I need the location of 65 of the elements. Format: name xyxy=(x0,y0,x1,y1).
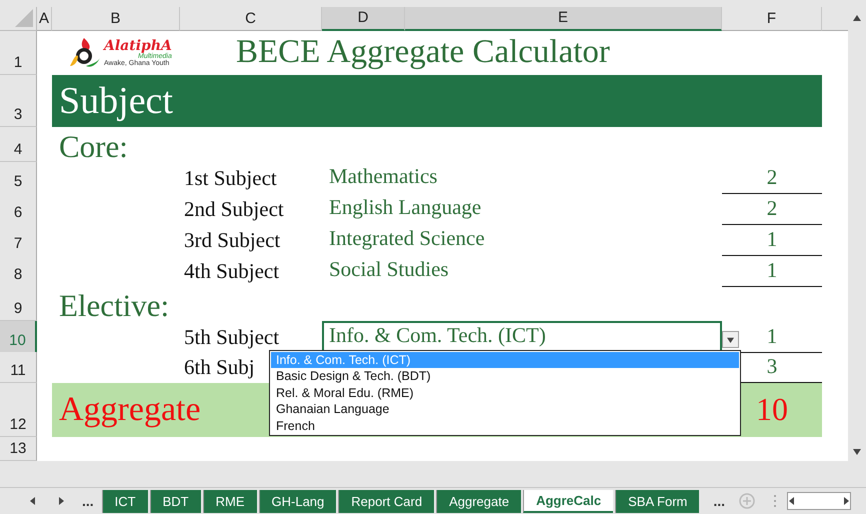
sheet-title: BECE Aggregate Calculator xyxy=(236,34,610,72)
grade-value: 1 xyxy=(766,226,778,252)
column-header[interactable]: F xyxy=(722,6,822,31)
grade-value: 2 xyxy=(766,164,778,190)
column-header[interactable]: E xyxy=(405,6,722,31)
subject-cell[interactable]: Mathematics xyxy=(322,162,722,194)
scroll-left-icon[interactable] xyxy=(788,496,796,505)
corner-triangle-icon xyxy=(15,8,33,27)
aggregate-label: Aggregate xyxy=(59,390,201,429)
sheet-tab[interactable]: ICT xyxy=(102,490,148,513)
row-header[interactable]: 11 xyxy=(0,352,37,383)
logo-name: AlatiphA xyxy=(104,38,172,53)
subject-label: 5th Subject xyxy=(184,324,280,350)
more-sheets-button[interactable]: ... xyxy=(707,492,732,509)
sheet-tab[interactable]: Aggregate xyxy=(436,490,522,513)
subject-label: 3rd Subject xyxy=(184,228,280,253)
sheet-tab[interactable]: Report Card xyxy=(338,490,434,513)
row-header[interactable]: 9 xyxy=(0,286,37,321)
subject-cell[interactable]: Integrated Science xyxy=(322,224,722,256)
row-header[interactable]: 13 xyxy=(0,436,37,461)
dropdown-option[interactable]: Rel. & Moral Edu. (RME) xyxy=(271,384,739,402)
grade-value: 1 xyxy=(766,324,778,349)
scroll-down-icon[interactable] xyxy=(853,446,861,455)
group-heading: Elective: xyxy=(58,286,170,321)
subject-cell[interactable]: English Language xyxy=(322,192,722,225)
grade-value: 1 xyxy=(766,258,778,283)
subject-label: 6th Subj xyxy=(184,354,255,380)
grade-value: 2 xyxy=(766,196,778,221)
row-header[interactable]: 6 xyxy=(0,192,37,225)
dropdown-button[interactable] xyxy=(722,330,739,348)
row-header[interactable]: 8 xyxy=(0,254,37,287)
horizontal-scrollbar[interactable] xyxy=(787,492,852,510)
column-header[interactable]: C xyxy=(180,6,322,31)
subject-cell[interactable]: Social Studies xyxy=(322,254,722,287)
sheet-tab[interactable]: AggreCalc xyxy=(523,490,614,513)
scroll-right-icon[interactable] xyxy=(842,496,850,505)
grade-value: 3 xyxy=(766,354,778,379)
column-header[interactable]: A xyxy=(37,6,52,31)
section-header: Subject xyxy=(52,74,822,127)
scroll-up-icon[interactable] xyxy=(853,12,861,21)
row-header[interactable]: 1 xyxy=(0,30,37,75)
row-header[interactable]: 7 xyxy=(0,224,37,256)
column-header[interactable]: B xyxy=(52,6,180,31)
row-header[interactable]: 4 xyxy=(0,126,37,162)
sheet-tab[interactable]: RME xyxy=(202,490,257,513)
group-heading: Core: xyxy=(58,128,129,162)
sheet-tab[interactable]: BDT xyxy=(150,490,201,513)
left-arrow-icon xyxy=(29,496,37,505)
row-header[interactable]: 12 xyxy=(0,382,37,437)
sheet-tab[interactable]: SBA Form xyxy=(615,490,700,513)
aggregate-value: 10 xyxy=(755,391,789,428)
dropdown-option[interactable]: French xyxy=(271,418,739,434)
sheet-tab[interactable]: GH-Lang xyxy=(258,490,336,513)
caret-icon xyxy=(727,336,734,343)
dropdown-option[interactable]: Ghanaian Language xyxy=(271,401,739,418)
right-arrow-icon xyxy=(57,496,65,505)
row-header[interactable]: 10 xyxy=(0,320,37,353)
subject-label: 4th Subject xyxy=(184,258,280,284)
column-header[interactable]: D xyxy=(322,6,405,31)
subject-label: 1st Subject xyxy=(184,166,277,191)
row-header[interactable]: 3 xyxy=(0,74,37,127)
row-header[interactable]: 5 xyxy=(0,162,37,194)
more-sheets-button[interactable]: ... xyxy=(76,492,100,509)
subject-label: 2nd Subject xyxy=(184,196,284,222)
dropdown-option[interactable]: Basic Design & Tech. (BDT) xyxy=(271,368,739,385)
